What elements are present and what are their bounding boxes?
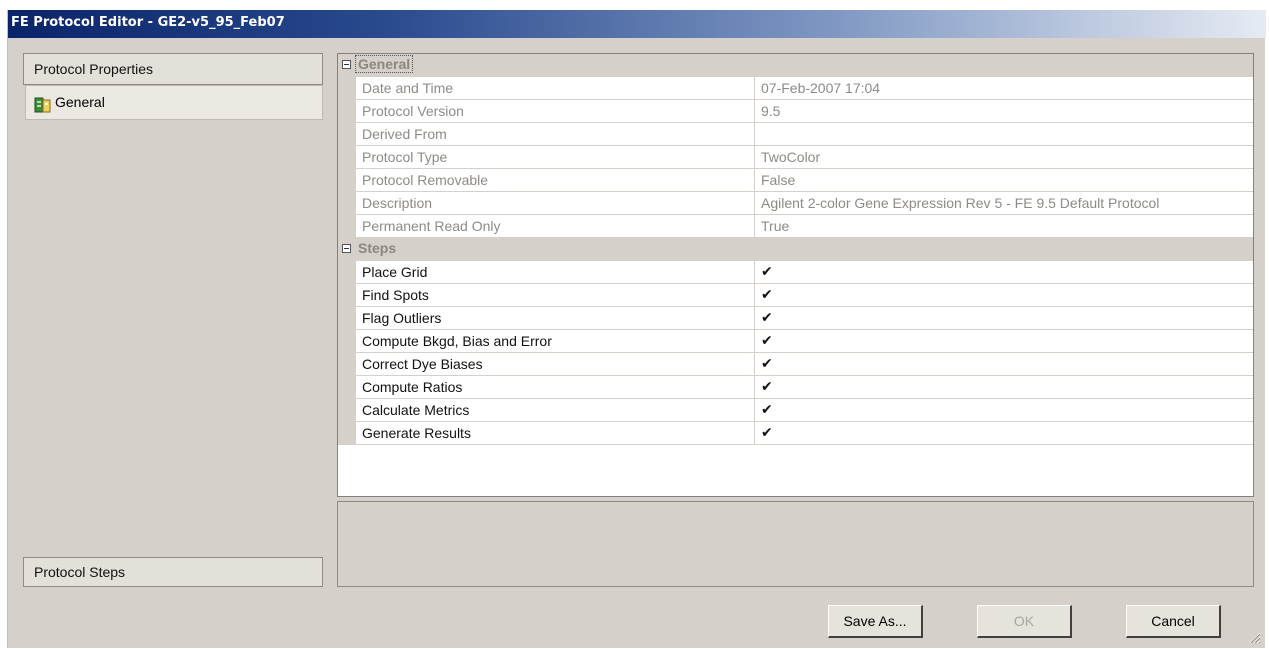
- property-value[interactable]: [755, 123, 1253, 146]
- step-name: Find Spots: [356, 284, 755, 307]
- property-value[interactable]: True: [755, 215, 1253, 238]
- step-checkbox[interactable]: ✔: [755, 284, 1253, 307]
- step-row[interactable]: Compute Ratios ✔: [338, 376, 1253, 399]
- property-row[interactable]: Protocol Type TwoColor: [338, 146, 1253, 169]
- property-name: Protocol Removable: [356, 169, 755, 192]
- step-name: Place Grid: [356, 261, 755, 284]
- cancel-button[interactable]: Cancel: [1126, 605, 1221, 638]
- property-value[interactable]: Agilent 2-color Gene Expression Rev 5 - …: [755, 192, 1253, 215]
- general-list-item[interactable]: General: [25, 85, 323, 120]
- step-name: Correct Dye Biases: [356, 353, 755, 376]
- step-checkbox[interactable]: ✔: [755, 353, 1253, 376]
- protocol-properties-label: Protocol Properties: [34, 61, 154, 77]
- protocol-steps-label: Protocol Steps: [34, 564, 126, 580]
- step-checkbox[interactable]: ✔: [755, 422, 1253, 445]
- category-steps-label: Steps: [358, 240, 397, 256]
- protocol-editor-window: FE Protocol Editor - GE2-v5_95_Feb07 Pro…: [7, 10, 1266, 648]
- property-name: Protocol Type: [356, 146, 755, 169]
- step-checkbox[interactable]: ✔: [755, 399, 1253, 422]
- property-name: Permanent Read Only: [356, 215, 755, 238]
- step-row[interactable]: Place Grid ✔: [338, 261, 1253, 284]
- collapse-icon[interactable]: [342, 244, 351, 253]
- step-checkbox[interactable]: ✔: [755, 376, 1253, 399]
- property-name: Derived From: [356, 123, 755, 146]
- property-row[interactable]: Derived From: [338, 123, 1253, 146]
- property-grid[interactable]: General Date and Time 07-Feb-2007 17:04 …: [337, 53, 1254, 497]
- window-title: FE Protocol Editor - GE2-v5_95_Feb07: [11, 15, 285, 30]
- description-panel: [337, 501, 1254, 587]
- step-name: Calculate Metrics: [356, 399, 755, 422]
- step-name: Compute Ratios: [356, 376, 755, 399]
- protocol-general-icon: [34, 93, 52, 113]
- step-row[interactable]: Calculate Metrics ✔: [338, 399, 1253, 422]
- property-name: Description: [356, 192, 755, 215]
- step-checkbox[interactable]: ✔: [755, 261, 1253, 284]
- title-bar[interactable]: FE Protocol Editor - GE2-v5_95_Feb07: [8, 10, 1266, 38]
- general-item-label: General: [55, 94, 105, 110]
- property-value[interactable]: 07-Feb-2007 17:04: [755, 77, 1253, 100]
- step-row[interactable]: Compute Bkgd, Bias and Error ✔: [338, 330, 1253, 353]
- property-row[interactable]: Date and Time 07-Feb-2007 17:04: [338, 77, 1253, 100]
- category-steps[interactable]: Steps: [338, 238, 1253, 261]
- step-name: Flag Outliers: [356, 307, 755, 330]
- step-row[interactable]: Generate Results ✔: [338, 422, 1253, 445]
- step-checkbox[interactable]: ✔: [755, 307, 1253, 330]
- property-value[interactable]: 9.5: [755, 100, 1253, 123]
- collapse-icon[interactable]: [342, 60, 351, 69]
- property-row[interactable]: Protocol Version 9.5: [338, 100, 1253, 123]
- property-value[interactable]: False: [755, 169, 1253, 192]
- step-row[interactable]: Flag Outliers ✔: [338, 307, 1253, 330]
- step-row[interactable]: Correct Dye Biases ✔: [338, 353, 1253, 376]
- property-row[interactable]: Protocol Removable False: [338, 169, 1253, 192]
- category-general-label: General: [354, 55, 414, 73]
- step-row[interactable]: Find Spots ✔: [338, 284, 1253, 307]
- step-checkbox[interactable]: ✔: [755, 330, 1253, 353]
- protocol-properties-tab[interactable]: Protocol Properties: [23, 53, 323, 85]
- ok-button[interactable]: OK: [977, 605, 1072, 638]
- protocol-steps-tab[interactable]: Protocol Steps: [23, 557, 323, 587]
- step-name: Generate Results: [356, 422, 755, 445]
- save-as-button[interactable]: Save As...: [828, 605, 923, 638]
- property-row[interactable]: Permanent Read Only True: [338, 215, 1253, 238]
- category-general[interactable]: General: [338, 54, 1253, 77]
- step-name: Compute Bkgd, Bias and Error: [356, 330, 755, 353]
- property-value[interactable]: TwoColor: [755, 146, 1253, 169]
- property-name: Protocol Version: [356, 100, 755, 123]
- property-name: Date and Time: [356, 77, 755, 100]
- property-row[interactable]: Description Agilent 2-color Gene Express…: [338, 192, 1253, 215]
- resize-grip-icon[interactable]: [1247, 630, 1261, 644]
